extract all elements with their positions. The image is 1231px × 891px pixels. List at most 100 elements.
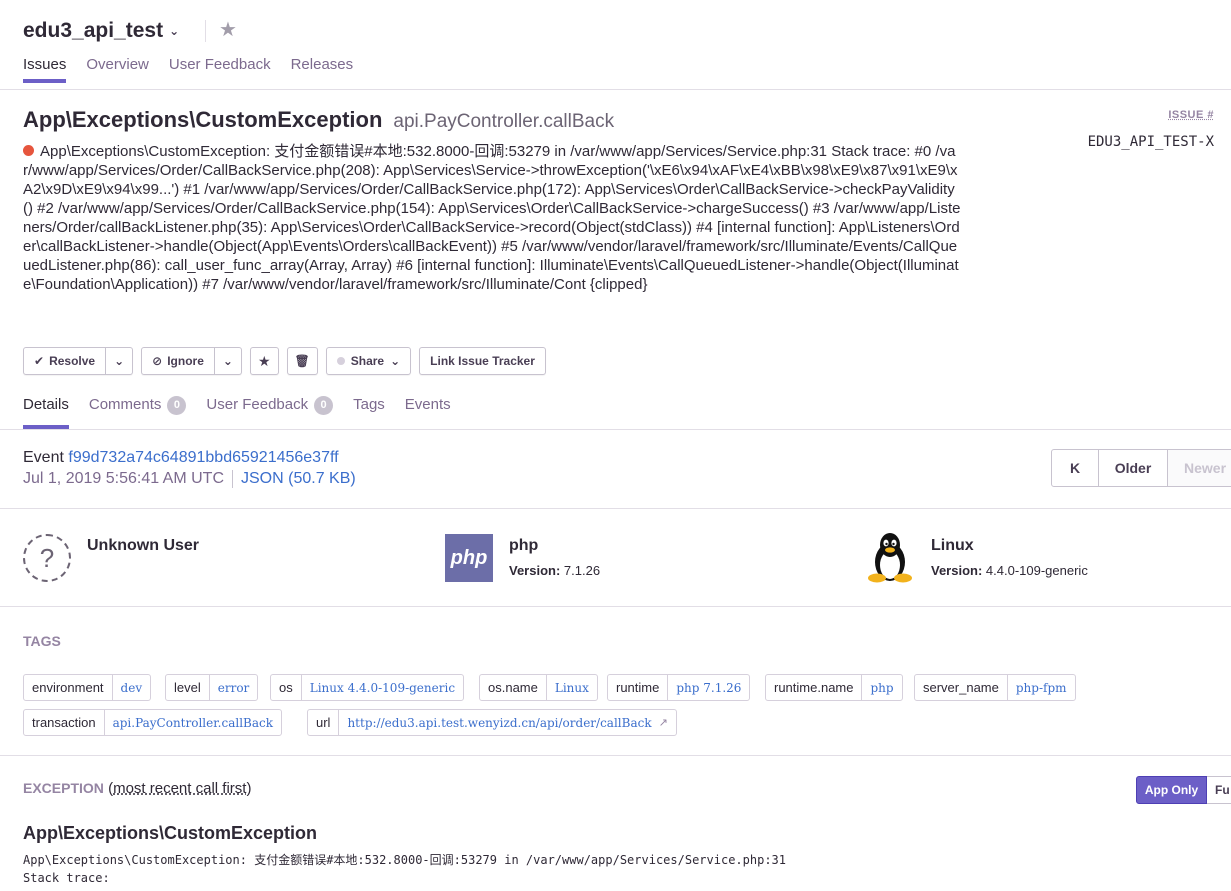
issue-actions: ✔ Resolve ⌄ ⊘ Ignore ⌄ ★ 🗑 Share ⌄ Link Iss…	[23, 347, 554, 375]
star-icon: ★	[257, 352, 271, 369]
exception-message-line: Stack trace:	[23, 871, 110, 885]
tab-user-feedback-detail[interactable]: User Feedback 0	[206, 384, 334, 429]
chevron-down-icon: ⌄	[114, 354, 125, 368]
ignore-group: ⊘ Ignore ⌄	[141, 347, 242, 375]
tag-value[interactable]: php 7.1.26	[668, 675, 749, 700]
user-context-title: Unknown User	[87, 537, 200, 554]
tag-server-name[interactable]: server_name php-fpm	[914, 674, 1076, 701]
issue-number: EDU3_API_TEST-X	[1087, 134, 1214, 150]
tab-tags[interactable]: Tags	[353, 384, 385, 429]
resolve-dropdown-button[interactable]: ⌄	[106, 347, 134, 375]
comments-count-badge: 0	[167, 396, 187, 415]
divider	[0, 606, 1231, 607]
exception-message-line: App\Exceptions\CustomException: 支付金额错误#本…	[23, 853, 786, 867]
tags-heading: TAGS	[23, 633, 61, 649]
close-paren: )	[246, 780, 252, 797]
newer-event-button: Newer	[1168, 449, 1231, 487]
stack-order-toggle[interactable]: most recent call first	[113, 780, 246, 797]
feedback-count-badge: 0	[314, 396, 334, 415]
app-only-button[interactable]: App Only	[1136, 776, 1207, 804]
tab-details[interactable]: Details	[23, 384, 69, 429]
exception-type: App\Exceptions\CustomException	[23, 823, 318, 843]
tag-os-name[interactable]: os.name Linux	[479, 674, 598, 701]
issue-message-text: App\Exceptions\CustomException: 支付金额错误#本…	[23, 143, 961, 293]
divider	[0, 508, 1231, 509]
bookmark-button[interactable]: ★	[249, 347, 279, 375]
tag-key: server_name	[915, 675, 1008, 700]
tag-value[interactable]: php-fpm	[1008, 675, 1075, 700]
tag-key: environment	[24, 675, 113, 700]
event-label: Event	[23, 449, 64, 466]
tab-overview[interactable]: Overview	[86, 56, 149, 83]
event-id-link[interactable]: f99d732a74c64891bbd65921456e37ff	[68, 449, 338, 466]
divider	[0, 755, 1231, 756]
issue-message: App\Exceptions\CustomException: 支付金额错误#本…	[23, 142, 963, 294]
full-button[interactable]: Fu	[1207, 776, 1231, 804]
tab-user-feedback-label: User Feedback	[206, 396, 309, 413]
linux-tux-icon	[868, 533, 912, 583]
event-meta: Jul 1, 2019 5:56:41 AM UTC JSON (50.7 KB…	[23, 470, 356, 488]
tab-comments[interactable]: Comments 0	[89, 384, 187, 429]
older-event-button[interactable]: Older	[1099, 449, 1168, 487]
exception-message: App\Exceptions\CustomException: 支付金额错误#本…	[23, 851, 786, 887]
link-issue-tracker-button[interactable]: Link Issue Tracker	[419, 347, 546, 375]
check-icon: ✔	[34, 354, 45, 368]
tag-runtime[interactable]: runtime php 7.1.26	[607, 674, 751, 701]
issue-title-row: App\Exceptions\CustomException api.PayCo…	[23, 107, 614, 133]
tag-key: runtime	[608, 675, 669, 700]
resolve-button[interactable]: ✔ Resolve	[23, 347, 107, 375]
stack-view-toggle: App Only Fu	[1136, 776, 1231, 804]
project-name[interactable]: edu3_api_test	[23, 19, 163, 43]
tag-value[interactable]: Linux 4.4.0-109-generic	[302, 675, 463, 700]
exception-label: EXCEPTION	[23, 780, 104, 796]
tag-url-value[interactable]: http://edu3.api.test.wenyizd.cn/api/orde…	[347, 716, 651, 730]
chevron-down-icon: ⌄	[390, 354, 401, 368]
event-pager: K Older Newer	[1051, 449, 1231, 487]
unknown-user-icon: ?	[23, 534, 71, 582]
tab-events[interactable]: Events	[405, 384, 451, 429]
runtime-version-value: 7.1.26	[563, 563, 601, 578]
project-header: edu3_api_test ⌄ ★ Issues Overview User F…	[0, 0, 1231, 90]
external-link-icon[interactable]: ↗	[659, 716, 668, 729]
php-logo-icon: php	[445, 534, 493, 582]
star-icon[interactable]: ★	[219, 17, 237, 42]
error-level-icon	[23, 145, 34, 156]
tab-issues[interactable]: Issues	[23, 56, 67, 83]
runtime-version: Version: 7.1.26	[509, 563, 600, 578]
tag-key: os.name	[480, 675, 547, 700]
tag-key: level	[166, 675, 210, 700]
project-selector[interactable]: edu3_api_test ⌄	[23, 19, 179, 43]
tag-os[interactable]: os Linux 4.4.0-109-generic	[270, 674, 465, 701]
tag-transaction[interactable]: transaction api.PayController.callBack	[23, 709, 282, 736]
tag-environment[interactable]: environment dev	[23, 674, 152, 701]
tag-value[interactable]: Linux	[547, 675, 597, 700]
tag-key: transaction	[24, 710, 105, 735]
mute-icon: ⊘	[152, 354, 163, 368]
json-link[interactable]: JSON (50.7 KB)	[232, 470, 356, 488]
chevron-down-icon: ⌄	[222, 354, 233, 368]
share-status-icon	[336, 357, 345, 365]
delete-button[interactable]: 🗑	[286, 347, 318, 375]
tag-value[interactable]: error	[210, 675, 258, 700]
runtime-context-title: php	[509, 537, 539, 554]
tag-level[interactable]: level error	[165, 674, 259, 701]
resolve-group: ✔ Resolve ⌄	[23, 347, 134, 375]
tab-releases[interactable]: Releases	[291, 56, 354, 83]
issue-number-label[interactable]: ISSUE #	[1168, 109, 1214, 121]
tag-value[interactable]: http://edu3.api.test.wenyizd.cn/api/orde…	[339, 710, 675, 735]
tag-value[interactable]: dev	[113, 675, 151, 700]
tag-value[interactable]: php	[862, 675, 901, 700]
chevron-down-icon[interactable]: ⌄	[169, 24, 179, 38]
ignore-dropdown-button[interactable]: ⌄	[214, 347, 242, 375]
first-event-button[interactable]: K	[1051, 449, 1099, 487]
issue-culprit: api.PayController.callBack	[393, 111, 615, 132]
tag-url[interactable]: url http://edu3.api.test.wenyizd.cn/api/o…	[307, 709, 677, 736]
resolve-label: Resolve	[49, 354, 96, 368]
tab-user-feedback[interactable]: User Feedback	[169, 56, 271, 83]
tag-value[interactable]: api.PayController.callBack	[105, 710, 281, 735]
os-version-value: 4.4.0-109-generic	[985, 563, 1088, 578]
ignore-button[interactable]: ⊘ Ignore	[141, 347, 215, 375]
tag-runtime-name[interactable]: runtime.name php	[765, 674, 903, 701]
share-button[interactable]: Share ⌄	[325, 347, 412, 375]
os-version-label: Version:	[931, 563, 983, 578]
